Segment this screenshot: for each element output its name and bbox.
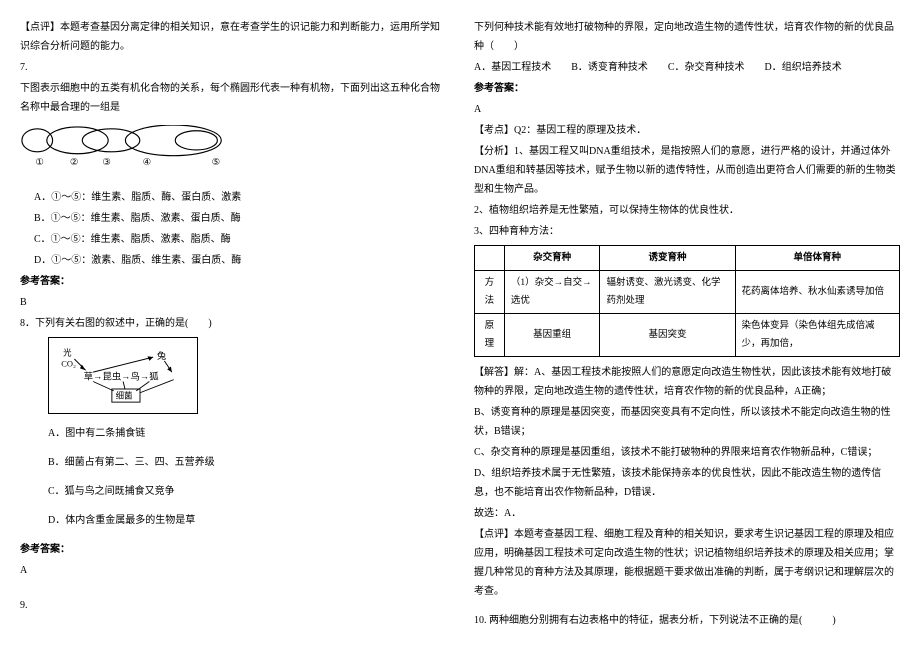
q9-commentary: 【点评】本题考查基因工程、细胞工程及育种的相关知识，要求考生识记基因工程的原理及… [474, 525, 900, 601]
q7-option-c: C．①～⑤：维生素、脂质、激素、脂质、酶 [34, 230, 446, 249]
ovals-diagram: ① ② ③ ④ ⑤ [20, 125, 250, 169]
q9-ref-label: 参考答案： [474, 79, 900, 98]
q9-analysis-2: 2、植物组织培养是无性繁殖，可以保持生物体的优良性状． [474, 201, 900, 220]
q8-answer: A [20, 561, 446, 580]
q9-solution-b: B、诱变育种的原理是基因突变，而基因突变具有不定向性，所以该技术不能定向改造生物… [474, 403, 900, 441]
th-mutation: 诱变育种 [600, 246, 735, 271]
r2c2: 基因重组 [504, 314, 600, 357]
th-cross: 杂交育种 [504, 246, 600, 271]
q7-answer: B [20, 293, 446, 312]
q9-answer: A [474, 100, 900, 119]
svg-text:兔: 兔 [157, 350, 166, 362]
q7-ref-label: 参考答案： [20, 272, 446, 291]
r2c3: 基因突变 [600, 314, 735, 357]
q9-options: A．基因工程技术 B．诱变育种技术 C．杂交育种技术 D．组织培养技术 [474, 58, 900, 77]
q7-option-b: B．①～⑤：维生素、脂质、激素、蛋白质、酶 [34, 209, 446, 228]
q9-text: 下列何种技术能有效地打破物种的界限，定向地改造生物的遗传性状，培育农作物的新的优… [474, 18, 900, 56]
q8-option-d: D．体内含重金属最多的生物是草 [48, 511, 446, 530]
svg-text:①: ① [35, 157, 44, 168]
svg-text:②: ② [70, 157, 79, 168]
q8-title: 8．下列有关右图的叙述中，正确的是( ) [20, 314, 446, 333]
q7-option-d: D．①～⑤：激素、脂质、维生素、蛋白质、酶 [34, 251, 446, 270]
q9-solution-c: C、杂交育种的原理是基因重组，该技术不能打破物种的界限来培育农作物新品种，C错误… [474, 443, 900, 462]
svg-text:CO₂: CO₂ [61, 359, 76, 369]
q9-number: 9. [20, 596, 446, 615]
r2c1: 原理 [475, 314, 505, 357]
svg-text:草→昆虫→鸟→狐: 草→昆虫→鸟→狐 [84, 371, 160, 383]
svg-text:光: 光 [63, 347, 72, 357]
q8-option-b: B．细菌占有第二、三、四、五营养级 [48, 453, 446, 472]
q7-text: 下图表示细胞中的五类有机化合物的关系，每个椭圆形代表一种有机物，下面列出这五种化… [20, 79, 446, 117]
svg-text:细菌: 细菌 [116, 390, 133, 400]
breeding-methods-table: 杂交育种 诱变育种 单倍体育种 方法 （1）杂交→自交→选优 辐射诱变、激光诱变… [474, 245, 900, 357]
r1c2: （1）杂交→自交→选优 [504, 271, 600, 314]
q9-analysis-3: 3、四种育种方法： [474, 222, 900, 241]
q9-keypoint: 【考点】Q2：基因工程的原理及技术． [474, 121, 900, 140]
q8-ref-label: 参考答案： [20, 540, 446, 559]
svg-text:③: ③ [102, 157, 111, 168]
th-haploid: 单倍体育种 [735, 246, 900, 271]
q8-option-a: A．图中有二条捕食链 [48, 424, 446, 443]
r1c3: 辐射诱变、激光诱变、化学药剂处理 [600, 271, 735, 314]
q9-analysis-1: 【分析】1、基因工程又叫DNA重组技术，是指按照人们的意愿，进行严格的设计，并通… [474, 142, 900, 199]
th-blank [475, 246, 505, 271]
q7-option-a: A．①～⑤：维生素、脂质、酶、蛋白质、激素 [34, 188, 446, 207]
q7-number: 7. [20, 58, 446, 77]
q9-solution-d: D、组织培养技术属于无性繁殖，该技术能保持亲本的优良性状，因此不能改造生物的遗传… [474, 464, 900, 502]
r2c4: 染色体变异（染色体组先成倍减少，再加倍， [735, 314, 900, 357]
q9-solution-final: 故选：A． [474, 504, 900, 523]
q10-text: 10. 两种细胞分别拥有右边表格中的特征，据表分析，下列说法不正确的是( ) [474, 611, 900, 630]
r1c1: 方法 [475, 271, 505, 314]
q6-commentary: 【点评】本题考查基因分离定律的相关知识，意在考查学生的识记能力和判断能力，运用所… [20, 18, 446, 56]
svg-text:⑤: ⑤ [212, 157, 221, 168]
svg-text:④: ④ [143, 157, 152, 168]
food-chain-diagram: 光 CO₂ 草→昆虫→鸟→狐 兔 细菌 [48, 337, 198, 414]
r1c4: 花药离体培养、秋水仙素诱导加倍 [735, 271, 900, 314]
q8-option-c: C．狐与鸟之间既捕食又竞争 [48, 482, 446, 501]
q9-solution-a: 【解答】解：A、基因工程技术能按照人们的意愿定向改造生物性状，因此该技术能有效地… [474, 363, 900, 401]
